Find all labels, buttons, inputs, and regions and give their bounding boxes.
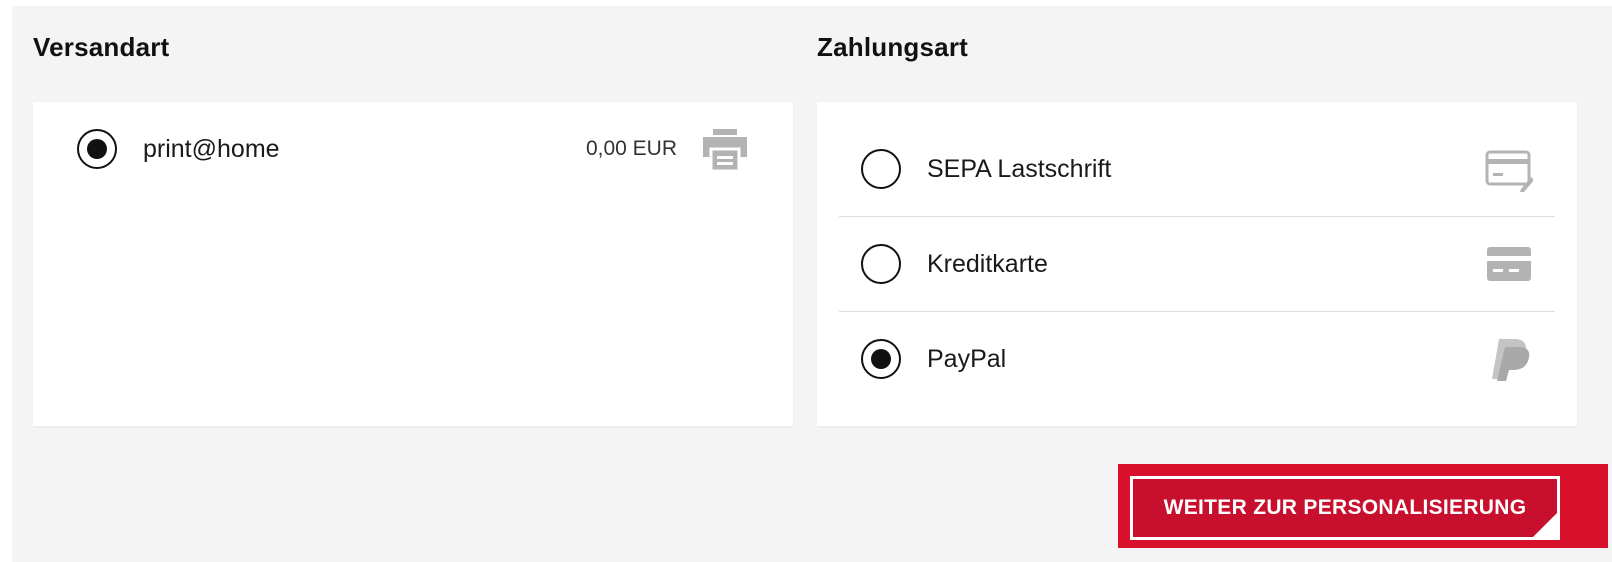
continue-to-personalization-button[interactable]: WEITER ZUR PERSONALISIERUNG — [1130, 476, 1560, 540]
printer-icon — [703, 129, 747, 173]
corner-notch — [1530, 510, 1557, 537]
payment-option-kreditkarte[interactable]: Kreditkarte — [839, 216, 1555, 311]
radio-unselected[interactable] — [861, 244, 901, 284]
shipping-option-printathome[interactable]: print@home 0,00 EUR — [33, 102, 793, 196]
payment-option-label: PayPal — [927, 344, 1007, 373]
radio-selected[interactable] — [77, 129, 117, 169]
payment-option-paypal[interactable]: PayPal — [839, 311, 1555, 406]
payment-option-label: SEPA Lastschrift — [927, 154, 1112, 183]
payment-option-sepa[interactable]: SEPA Lastschrift — [839, 122, 1555, 216]
radio-unselected[interactable] — [861, 149, 901, 189]
shipping-option-label: print@home — [143, 134, 280, 163]
credit-card-icon — [1487, 247, 1531, 281]
sepa-card-icon — [1485, 150, 1533, 192]
payment-card: SEPA Lastschrift Kreditkarte PayPal — [817, 102, 1577, 426]
shipping-card: print@home 0,00 EUR — [33, 102, 793, 426]
paypal-icon — [1492, 339, 1530, 381]
cta-label: WEITER ZUR PERSONALISIERUNG — [1163, 496, 1527, 519]
payment-title: Zahlungsart — [817, 32, 968, 62]
payment-option-label: Kreditkarte — [927, 249, 1048, 278]
radio-selected[interactable] — [861, 339, 901, 379]
shipping-price: 0,00 EUR — [585, 137, 677, 160]
shipping-title: Versandart — [33, 32, 170, 62]
